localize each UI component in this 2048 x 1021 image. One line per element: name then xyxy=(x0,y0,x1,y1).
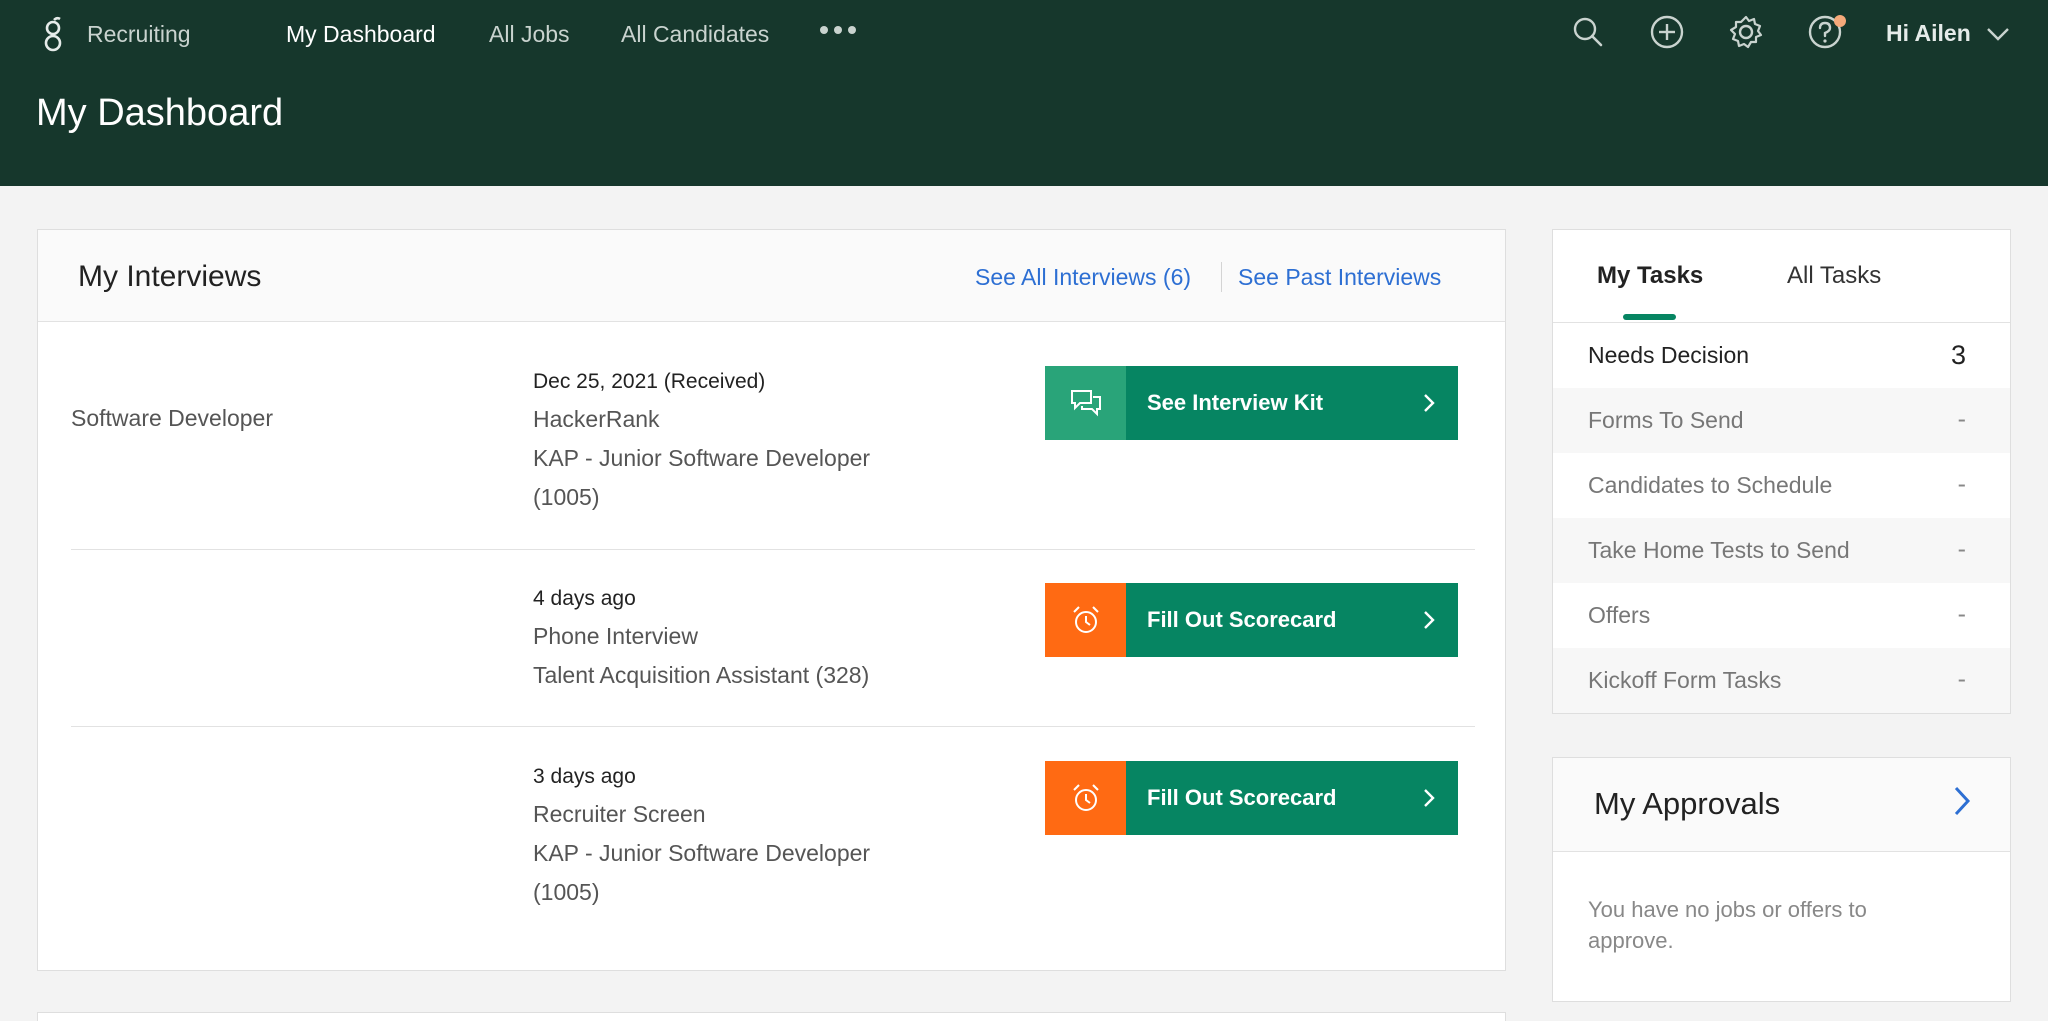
row-divider xyxy=(71,549,1475,550)
card-title: My Interviews xyxy=(78,260,262,293)
task-count: - xyxy=(1957,600,1966,628)
task-offers[interactable]: Offers - xyxy=(1553,583,2010,648)
task-count: - xyxy=(1957,535,1966,563)
brand-label[interactable]: Recruiting xyxy=(87,21,191,48)
notification-dot xyxy=(1834,15,1846,27)
task-needs-decision[interactable]: Needs Decision 3 xyxy=(1553,323,2010,388)
nav-all-candidates[interactable]: All Candidates xyxy=(621,21,769,48)
card-title: My Approvals xyxy=(1594,786,1781,821)
task-count: - xyxy=(1957,665,1966,693)
top-header: Recruiting My Dashboard All Jobs All Can… xyxy=(0,0,2048,186)
chevron-right-icon xyxy=(1424,611,1435,629)
task-candidates-to-schedule[interactable]: Candidates to Schedule - xyxy=(1553,453,2010,518)
more-menu-icon[interactable] xyxy=(820,21,862,39)
interview-stage: Phone Interview xyxy=(533,623,698,649)
see-all-interviews-link[interactable]: See All Interviews (6) xyxy=(975,264,1191,291)
empty-state-text: You have no jobs or offers to approve. xyxy=(1588,897,1867,953)
row-divider xyxy=(71,726,1475,727)
interview-position-id: (1005) xyxy=(533,879,600,905)
my-approvals-card: My Approvals You have no jobs or offers … xyxy=(1552,757,2011,1002)
icon-box xyxy=(1045,366,1126,440)
task-label: Take Home Tests to Send xyxy=(1588,537,1850,563)
alarm-clock-icon xyxy=(1073,606,1099,633)
card-header: My Interviews See All Interviews (6) See… xyxy=(38,230,1505,322)
task-kickoff-form-tasks[interactable]: Kickoff Form Tasks - xyxy=(1553,648,2010,713)
interview-position: Talent Acquisition Assistant (328) xyxy=(533,662,870,688)
interview-position: KAP - Junior Software Developer xyxy=(533,840,871,866)
nav-all-jobs[interactable]: All Jobs xyxy=(489,21,570,48)
icon-box xyxy=(1045,761,1126,835)
add-icon[interactable] xyxy=(1649,14,1685,50)
task-label: Offers xyxy=(1588,602,1651,628)
alarm-clock-icon xyxy=(1073,784,1099,811)
button-label-box: See Interview Kit xyxy=(1126,366,1458,440)
chevron-right-icon[interactable] xyxy=(1952,784,1972,818)
task-label: Needs Decision xyxy=(1588,342,1750,368)
interview-date: 4 days ago xyxy=(533,587,636,610)
tab-all-tasks[interactable]: All Tasks xyxy=(1787,262,1881,290)
task-count: - xyxy=(1957,470,1966,498)
chevron-right-icon xyxy=(1424,789,1435,807)
next-card xyxy=(37,1012,1506,1021)
settings-icon[interactable] xyxy=(1728,14,1764,50)
fill-out-scorecard-button[interactable]: Fill Out Scorecard xyxy=(1045,583,1458,657)
my-tasks-card: My Tasks All Tasks Needs Decision 3 Form… xyxy=(1552,229,2011,714)
button-label: Fill Out Scorecard xyxy=(1147,607,1337,632)
chevron-right-icon xyxy=(1424,394,1435,412)
task-count: 3 xyxy=(1950,340,1966,370)
task-forms-to-send[interactable]: Forms To Send - xyxy=(1553,388,2010,453)
button-label-box: Fill Out Scorecard xyxy=(1126,761,1458,835)
interview-position: KAP - Junior Software Developer xyxy=(533,445,871,471)
card-header[interactable]: My Approvals xyxy=(1553,758,2010,852)
interview-job: Software Developer xyxy=(71,405,273,431)
chat-icon xyxy=(1071,390,1101,417)
interview-date: Dec 25, 2021 (Received) xyxy=(533,370,766,393)
task-label: Forms To Send xyxy=(1588,407,1744,433)
button-label-box: Fill Out Scorecard xyxy=(1126,583,1458,657)
nav-my-dashboard[interactable]: My Dashboard xyxy=(286,21,436,48)
interview-stage: HackerRank xyxy=(533,406,660,432)
tab-my-tasks[interactable]: My Tasks xyxy=(1597,262,1703,290)
task-take-home-tests[interactable]: Take Home Tests to Send - xyxy=(1553,518,2010,583)
interview-position-id: (1005) xyxy=(533,484,600,510)
greenhouse-logo-icon[interactable] xyxy=(40,16,68,52)
task-label: Candidates to Schedule xyxy=(1588,472,1833,498)
user-menu[interactable]: Hi Ailen xyxy=(1886,20,1971,47)
interview-stage: Recruiter Screen xyxy=(533,801,706,827)
chevron-down-icon[interactable] xyxy=(1986,24,2010,44)
task-label: Kickoff Form Tasks xyxy=(1588,667,1782,693)
page-title: My Dashboard xyxy=(36,92,284,134)
see-past-interviews-link[interactable]: See Past Interviews xyxy=(1238,264,1441,291)
icon-box xyxy=(1045,583,1126,657)
button-label: Fill Out Scorecard xyxy=(1147,785,1337,810)
see-interview-kit-button[interactable]: See Interview Kit xyxy=(1045,366,1458,440)
divider xyxy=(1221,262,1222,292)
interview-date: 3 days ago xyxy=(533,765,636,788)
button-label: See Interview Kit xyxy=(1147,390,1324,415)
my-interviews-card: My Interviews See All Interviews (6) See… xyxy=(37,229,1506,971)
search-icon[interactable] xyxy=(1570,14,1606,50)
task-count: - xyxy=(1957,405,1966,433)
fill-out-scorecard-button[interactable]: Fill Out Scorecard xyxy=(1045,761,1458,835)
active-tab-indicator xyxy=(1623,314,1676,320)
